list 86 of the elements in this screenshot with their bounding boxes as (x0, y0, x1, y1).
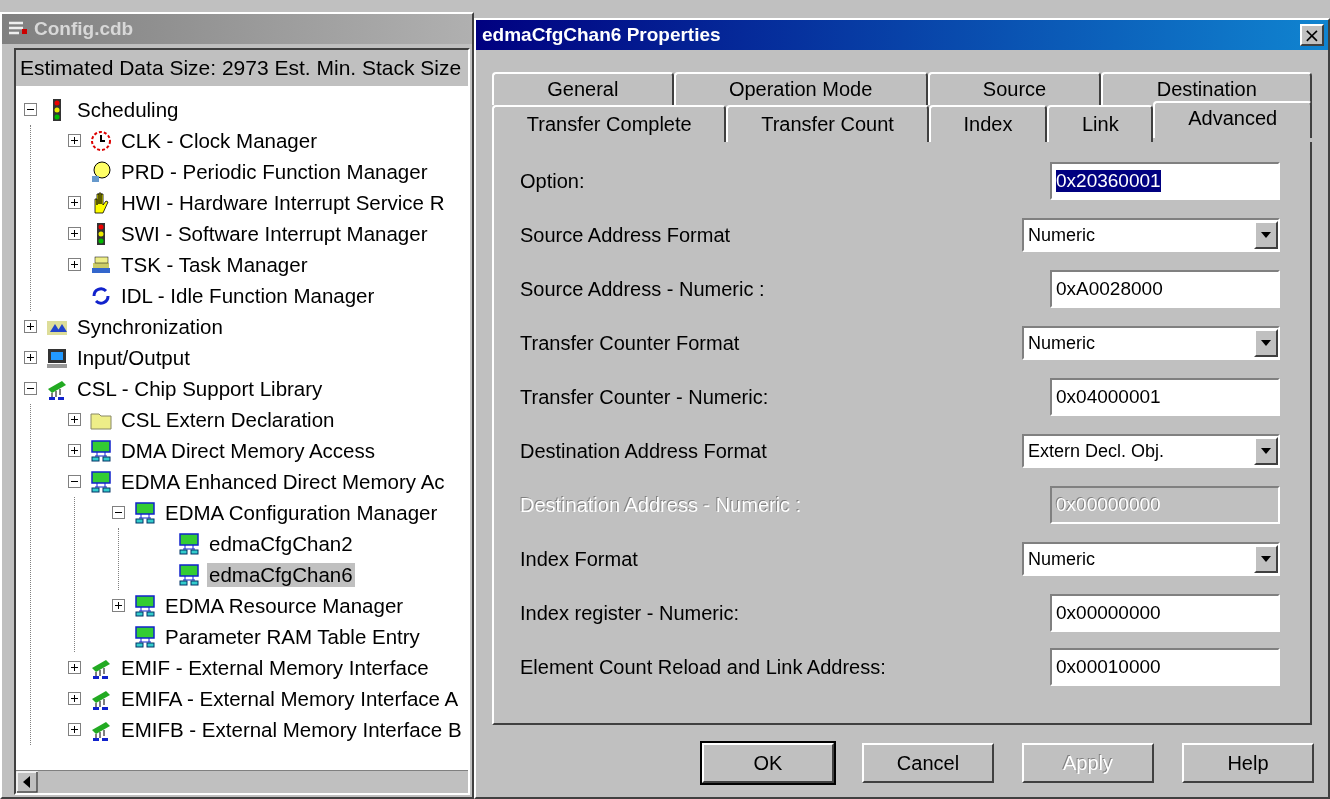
expand-toggle[interactable] (24, 351, 37, 364)
tab[interactable]: Advanced (1153, 101, 1313, 138)
tree-item[interactable]: edmaCfgChan2 (207, 531, 355, 556)
expand-toggle[interactable] (112, 599, 125, 612)
input-field[interactable]: 0xA0028000 (1050, 270, 1280, 308)
tree-item[interactable]: EDMA Resource Manager (163, 593, 406, 618)
tree-item[interactable]: DMA Direct Memory Access (119, 438, 378, 463)
expand-toggle[interactable] (24, 320, 37, 333)
tab[interactable]: General (492, 72, 674, 105)
dialog-title: edmaCfgChan6 Properties (482, 24, 721, 46)
field-label: Source Address - Numeric : (520, 277, 765, 301)
expand-toggle[interactable] (68, 258, 81, 271)
input-field[interactable]: 0x00010000 (1050, 648, 1280, 686)
input-field[interactable]: 0x04000001 (1050, 378, 1280, 416)
input-field[interactable]: 0x20360001 (1050, 162, 1280, 200)
field-label: Index register - Numeric: (520, 601, 739, 625)
field-label: Source Address Format (520, 223, 731, 247)
expand-toggle[interactable] (68, 661, 81, 674)
dropdown[interactable]: Numeric (1022, 218, 1280, 252)
field-label: Transfer Counter - Numeric: (520, 385, 769, 409)
field-label: Transfer Counter Format (520, 331, 740, 355)
circuit-board-icon (133, 500, 157, 525)
tab[interactable]: Link (1047, 105, 1154, 142)
expand-toggle[interactable] (68, 196, 81, 209)
field-label: Destination Address Format (520, 439, 767, 463)
collapse-toggle[interactable] (112, 506, 125, 519)
circuit-board-icon (177, 562, 201, 587)
clock-icon (89, 128, 113, 153)
tree-item[interactable]: Input/Output (75, 345, 192, 370)
tree-item[interactable]: HWI - Hardware Interrupt Service R (119, 190, 447, 215)
tab[interactable]: Operation Mode (673, 72, 928, 105)
tab[interactable]: Destination (1101, 72, 1312, 105)
tree-item[interactable]: SWI - Software Interrupt Manager (119, 221, 430, 246)
caret-icon (1261, 232, 1271, 238)
status-text: Estimated Data Size: 2973 Est. Min. Stack Size (16, 50, 468, 86)
caret-icon (1261, 556, 1271, 562)
collapse-toggle[interactable] (68, 475, 81, 488)
tree-item[interactable]: Synchronization (75, 314, 225, 339)
expand-toggle[interactable] (68, 692, 81, 705)
tree-item[interactable]: IDL - Idle Function Manager (119, 283, 377, 308)
expand-toggle[interactable] (68, 444, 81, 457)
scroll-left-button[interactable] (16, 771, 38, 793)
tree-item[interactable]: edmaCfgChan6 (207, 562, 355, 587)
field-label: Index Format (520, 547, 638, 571)
tab[interactable]: Transfer Count (726, 105, 929, 142)
dropdown[interactable]: Numeric (1022, 542, 1280, 576)
circuit-board-icon (133, 624, 157, 649)
tree-item[interactable]: Parameter RAM Table Entry (163, 624, 422, 649)
expand-toggle[interactable] (68, 413, 81, 426)
tab[interactable]: Transfer Complete (492, 105, 727, 142)
window-title: Config.cdb (34, 18, 134, 40)
tree-item[interactable]: CSL Extern Declaration (119, 407, 337, 432)
expand-toggle[interactable] (68, 134, 81, 147)
tree-item[interactable]: Scheduling (75, 97, 181, 122)
input-field[interactable]: 0x00000000 (1050, 594, 1280, 632)
circuit-board-icon (89, 438, 113, 463)
field-label: Element Count Reload and Link Address: (520, 655, 886, 679)
close-button[interactable]: × (1300, 24, 1324, 46)
caret-icon (1261, 340, 1271, 346)
field-label: Destination Address - Numeric : (520, 493, 802, 517)
tree-item[interactable]: CLK - Clock Manager (119, 128, 319, 153)
tab[interactable]: Index (928, 105, 1048, 142)
dialog-button[interactable]: Help (1182, 743, 1314, 783)
dropdown[interactable]: Extern Decl. Obj. (1022, 434, 1280, 468)
tree-item[interactable]: EDMA Enhanced Direct Memory Ac (119, 469, 447, 494)
expand-toggle[interactable] (68, 227, 81, 240)
dialog-button[interactable]: OK (702, 743, 834, 783)
tree-item[interactable]: PRD - Periodic Function Manager (119, 159, 430, 184)
circuit-board-icon (177, 531, 201, 556)
dropdown[interactable]: Numeric (1022, 326, 1280, 360)
tree-item[interactable]: TSK - Task Manager (119, 252, 310, 277)
circuit-board-icon (89, 469, 113, 494)
expand-toggle[interactable] (68, 723, 81, 736)
collapse-toggle[interactable] (24, 382, 37, 395)
tree-item[interactable]: EMIFA - External Memory Interface A (119, 686, 461, 711)
tab[interactable]: Source (927, 72, 1102, 105)
collapse-toggle[interactable] (24, 103, 37, 116)
tree-item[interactable]: EDMA Configuration Manager (163, 500, 440, 525)
dialog-button[interactable]: Cancel (862, 743, 994, 783)
circuit-board-icon (133, 593, 157, 618)
tree-item[interactable]: EMIFB - External Memory Interface B (119, 717, 464, 742)
bulb-icon (89, 159, 113, 184)
field-label: Option: (520, 169, 585, 193)
tree-item[interactable]: CSL - Chip Support Library (75, 376, 325, 401)
tree-item[interactable]: EMIF - External Memory Interface (119, 655, 431, 680)
caret-icon (1261, 448, 1271, 454)
